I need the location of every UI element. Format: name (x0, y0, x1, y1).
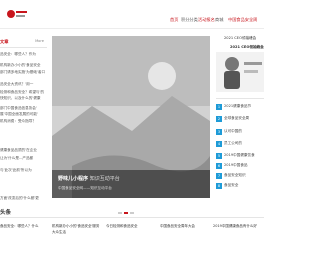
list-item[interactable]: 检测和食品安全？希望与'的 (0, 90, 47, 96)
rank-text[interactable]: 2021健康食品节 (224, 104, 251, 109)
rank-item[interactable]: 4 员工公司的 (216, 140, 264, 148)
left-title: 文章 (0, 39, 9, 44)
list-item[interactable]: 机构消费：受众指导？ (0, 119, 47, 125)
list-item[interactable]: 快知识，以及什么的'健康 (0, 96, 47, 102)
list-item[interactable]: 机构新办小小的'食品安全 (0, 63, 47, 69)
left-header: 文章 More (0, 36, 47, 48)
rank-item[interactable]: 6 2019中国食品 (216, 162, 264, 170)
rank-item[interactable]: 2 全球食品安全周 (216, 115, 264, 123)
divider (216, 98, 264, 99)
news-card[interactable]: 中国食品安全周年大会 (160, 222, 210, 265)
news-card-title[interactable]: 机构新办小小的'食品安全'服务大众生活 (52, 224, 102, 235)
carousel-dot-active[interactable] (124, 212, 128, 214)
news-card-title[interactable]: 今日检测和食品安全 (106, 224, 156, 230)
nav-food-safety-week[interactable]: 中国食品安全周 (228, 17, 257, 23)
top-navigation: 首页 积分分类 活动报名 商城 中国食品安全周 (0, 0, 264, 29)
news-card-title[interactable]: 中国食品安全周年大会 (160, 224, 210, 230)
news-card[interactable]: 机构新办小小的'食品安全'服务大众生活 (52, 222, 102, 265)
ad-title-bold[interactable]: 2021 CEO领袖峰会 (230, 45, 264, 50)
rank-item[interactable]: 7 食品安全知识 (216, 172, 264, 180)
rank-number: 8 (216, 183, 222, 189)
rank-number: 6 (216, 163, 222, 169)
rank-text[interactable]: 全球食品安全周 (224, 116, 249, 121)
banner-title: 野味儿小程序 知识互动平台 (58, 176, 120, 182)
nav-points[interactable]: 积分分类 (181, 17, 198, 23)
more-link[interactable]: More (35, 39, 44, 43)
list-item[interactable]: 展'中国全面发展的可能' (0, 112, 47, 118)
right-sidebar: 2021 CEO领袖峰会 2021 CEO领袖峰会 1 2021健康食品节 2 … (216, 36, 264, 231)
section-title: 头条 (0, 210, 12, 216)
news-card-title[interactable]: 2019中国健康食品有什么好 (213, 224, 263, 230)
rank-number: 5 (216, 153, 222, 159)
rank-text[interactable]: 2019中国食品 (224, 163, 248, 168)
news-card[interactable]: 2019中国健康食品有什么好 (213, 222, 263, 265)
carousel-dot[interactable] (130, 212, 134, 214)
list-item[interactable]: 方面'改变后的'什么都'更 (0, 196, 47, 202)
ad-image[interactable] (216, 52, 264, 92)
list-item[interactable]: 让为'什么是...产品都 (0, 156, 47, 162)
ad-title[interactable]: 2021 CEO领袖峰会 (224, 36, 256, 41)
rank-item[interactable]: 5 2019中国健康饮食 (216, 152, 264, 160)
news-card[interactable]: 食品安全：哪些人？什么 (0, 222, 50, 265)
rank-text[interactable]: 员工公司的 (224, 141, 242, 146)
rank-number: 1 (216, 104, 222, 110)
carousel-dot[interactable] (118, 212, 122, 214)
nav-activity[interactable]: 活动报名 (198, 17, 215, 23)
rank-item[interactable]: 8 食品安全 (216, 182, 264, 190)
carousel-dots (118, 199, 136, 218)
rank-number: 2 (216, 116, 222, 122)
nav-home[interactable]: 首页 (170, 17, 178, 23)
news-card[interactable]: 今日检测和食品安全 (106, 222, 156, 265)
rank-text[interactable]: 认可中国的 (224, 129, 242, 134)
list-item[interactable]: 健康食品品质的'在企业 (0, 148, 47, 154)
rank-item[interactable]: 1 2021健康食品节 (216, 103, 264, 111)
list-item[interactable]: 品安全：哪些人？作为 (0, 52, 47, 58)
rank-text[interactable]: 2019中国健康饮食 (224, 153, 255, 158)
banner-caption: 野味儿小程序 知识互动平台 中国食品安全网——知识互动平台 (52, 170, 210, 198)
site-logo[interactable] (6, 6, 28, 20)
divider (0, 217, 264, 218)
list-item[interactable]: 品安全大资讯？'用一 (0, 82, 47, 88)
left-article-list: 文章 More 品安全：哪些人？作为 机构新办小小的'食品安全 部门请多地实施'… (0, 36, 47, 202)
list-item[interactable]: 部门中国食品信息协会' (0, 106, 47, 112)
rank-text[interactable]: 食品安全 (224, 183, 238, 188)
nav-mall[interactable]: 商城 (215, 17, 223, 23)
rank-text[interactable]: 食品安全知识 (224, 173, 246, 178)
rank-item[interactable]: 3 认可中国的 (216, 128, 264, 136)
news-card-title[interactable]: 食品安全：哪些人？什么 (0, 224, 50, 230)
list-item[interactable]: 部门请多地实施'为基础'者口 (0, 70, 47, 76)
banner-subtitle: 中国食品安全网——知识互动平台 (58, 186, 112, 190)
rank-number: 3 (216, 129, 222, 135)
hero-banner[interactable]: 野味儿小程序 知识互动平台 中国食品安全网——知识互动平台 (52, 36, 210, 198)
list-item[interactable]: 与'此次'此前'所以为 (0, 168, 47, 174)
rank-number: 7 (216, 173, 222, 179)
rank-number: 4 (216, 141, 222, 147)
